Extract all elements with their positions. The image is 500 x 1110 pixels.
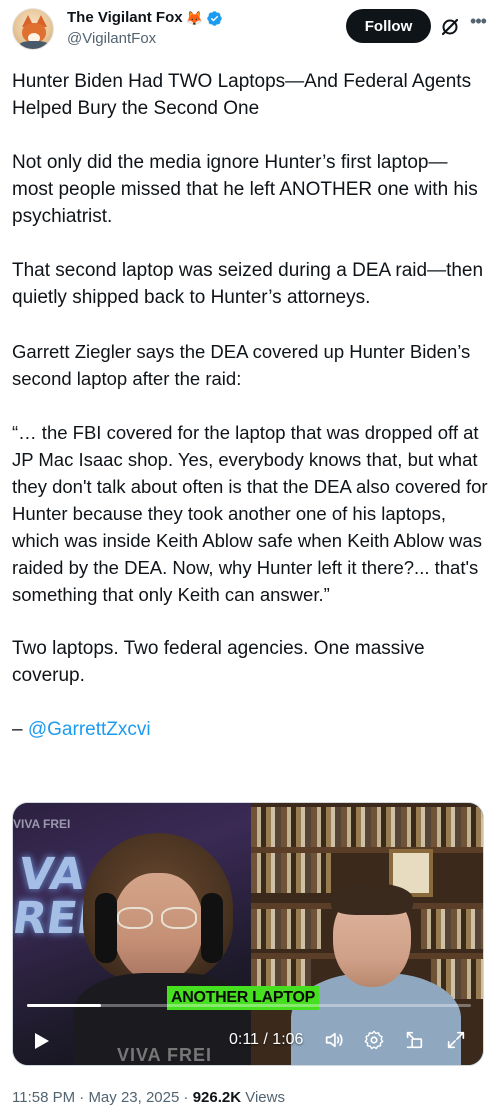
follow-button[interactable]: Follow bbox=[346, 9, 431, 43]
video-time: 0:11 / 1:06 bbox=[229, 1031, 304, 1048]
headphone-left bbox=[95, 893, 117, 963]
guest-hair bbox=[331, 883, 413, 915]
author-display-name[interactable]: The Vigilant Fox bbox=[67, 8, 183, 28]
video-left-pane: VIVA FREI VA REI VIVA FREI bbox=[12, 803, 253, 1065]
meta-separator: · bbox=[179, 1089, 193, 1106]
fox-body bbox=[18, 41, 50, 49]
meta-separator: · bbox=[75, 1089, 89, 1106]
tweet-paragraph: Not only did the media ignore Hunter’s f… bbox=[12, 152, 478, 227]
tweet-paragraph: Two laptops. Two federal agencies. One m… bbox=[12, 638, 425, 686]
video-progress-fill bbox=[27, 1004, 101, 1007]
avatar[interactable] bbox=[12, 8, 54, 50]
tweet-time[interactable]: 11:58 PM bbox=[12, 1089, 75, 1106]
grok-slash-icon[interactable] bbox=[440, 17, 460, 37]
fullscreen-icon[interactable] bbox=[445, 1029, 467, 1051]
bookshelf-row bbox=[251, 909, 321, 949]
tweet-paragraph: That second laptop was seized during a D… bbox=[12, 260, 484, 308]
tweet-text: Hunter Biden Had TWO Laptops—And Federal… bbox=[12, 68, 488, 770]
tweet-paragraph: Hunter Biden Had TWO Laptops—And Federal… bbox=[12, 71, 472, 119]
settings-gear-icon[interactable] bbox=[363, 1029, 385, 1051]
more-horizontal-icon[interactable]: ••• bbox=[468, 12, 488, 34]
play-icon[interactable] bbox=[35, 1033, 49, 1049]
host-glasses bbox=[117, 907, 201, 931]
author-block: The Vigilant Fox 🦊 @VigilantFox bbox=[67, 8, 223, 49]
headphone-right bbox=[201, 893, 223, 963]
author-name-row[interactable]: The Vigilant Fox 🦊 bbox=[67, 8, 223, 28]
neon-sign: VA REI bbox=[12, 849, 97, 944]
pip-icon[interactable] bbox=[403, 1029, 425, 1051]
views-label: Views bbox=[241, 1089, 285, 1106]
mention-link[interactable]: @GarrettZxcvi bbox=[28, 719, 151, 740]
tweet-attribution: – @GarrettZxcvi bbox=[12, 716, 488, 743]
attribution-prefix: – bbox=[12, 719, 28, 740]
bookshelf-row bbox=[251, 807, 483, 847]
shirt-text: VIVA FREI bbox=[117, 1045, 213, 1065]
views-count[interactable]: 926.2K bbox=[193, 1089, 241, 1106]
tweet-paragraph: Garrett Ziegler says the DEA covered up … bbox=[12, 341, 471, 389]
volume-icon[interactable] bbox=[323, 1029, 345, 1051]
fox-emoji: 🦊 bbox=[185, 10, 204, 26]
backdrop-sign: VIVA FREI bbox=[13, 817, 71, 831]
author-handle[interactable]: @VigilantFox bbox=[67, 29, 223, 49]
tweet-paragraph: “… the FBI covered for the laptop that w… bbox=[12, 422, 488, 605]
bookshelf-row bbox=[421, 909, 483, 949]
bookshelf-row bbox=[251, 853, 331, 893]
video-right-pane bbox=[251, 803, 483, 1065]
verified-badge-icon bbox=[207, 10, 222, 26]
tweet-date[interactable]: May 23, 2025 bbox=[88, 1089, 179, 1106]
video-player[interactable]: VIVA FREI VA REI VIVA FREI ANOTHER LAPTO… bbox=[12, 802, 484, 1066]
video-progress-bar[interactable] bbox=[27, 1004, 471, 1007]
tweet-meta: 11:58 PM · May 23, 2025 · 926.2K Views bbox=[12, 1088, 285, 1108]
tweet-header: The Vigilant Fox 🦊 @VigilantFox Follow •… bbox=[12, 8, 488, 56]
